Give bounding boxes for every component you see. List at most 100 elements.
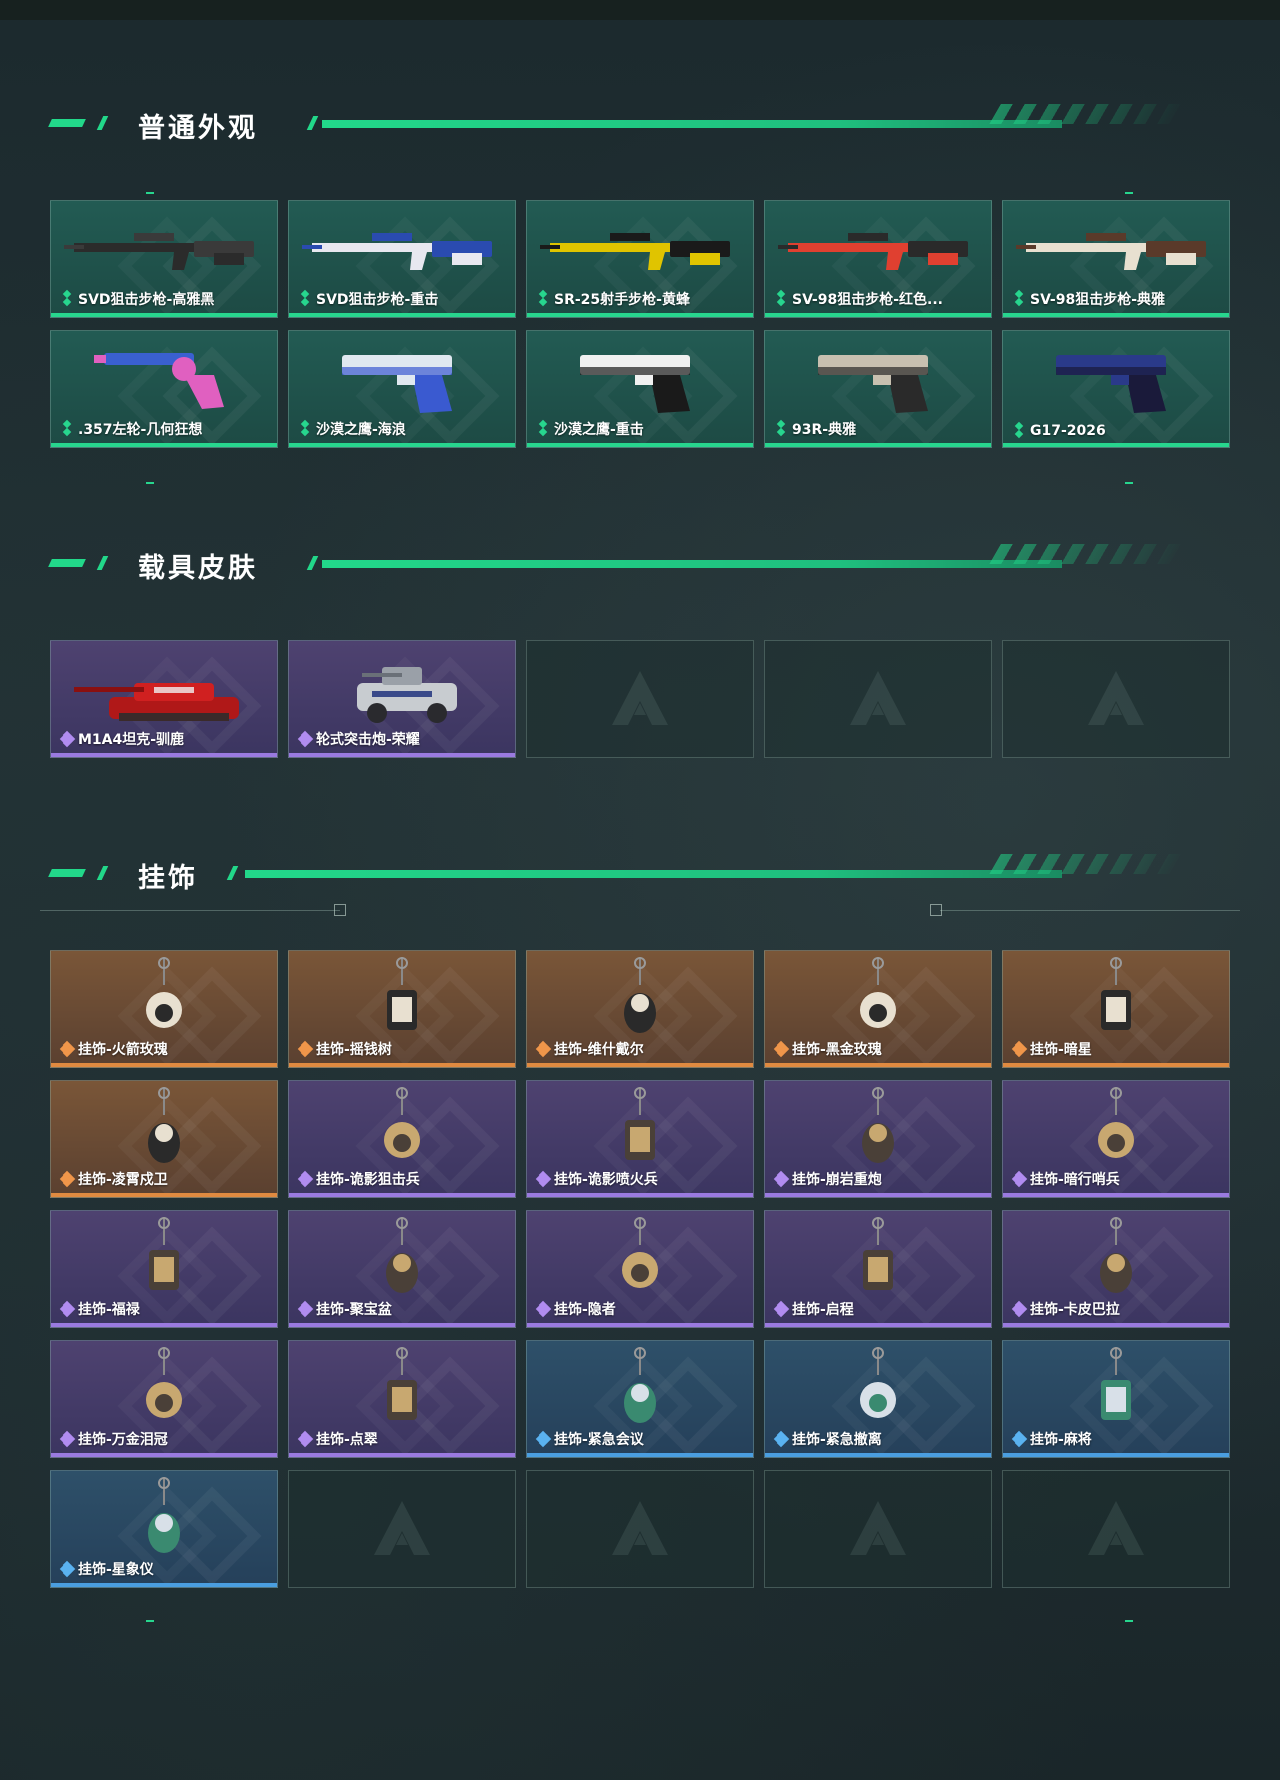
item-card[interactable]: 挂饰-暗行哨兵 xyxy=(1002,1080,1230,1198)
item-card[interactable]: 挂饰-隐者 xyxy=(526,1210,754,1328)
corner-mark xyxy=(1125,192,1133,194)
rarity-bar xyxy=(765,1063,991,1067)
rarity-bar xyxy=(289,443,515,447)
item-card[interactable]: SV-98狙击步枪-红色... xyxy=(764,200,992,318)
watermark-logo-icon xyxy=(850,1501,906,1555)
item-card[interactable]: SVD狙击步枪-高雅黑 xyxy=(50,200,278,318)
item-card[interactable]: 93R-典雅 xyxy=(764,330,992,448)
corner-mark xyxy=(1125,482,1133,484)
rarity-bar xyxy=(765,1323,991,1327)
header-long-bar xyxy=(322,560,1062,568)
section-header: 普通外观 xyxy=(48,104,1230,144)
rarity-bar xyxy=(51,443,277,447)
empty-slot xyxy=(526,1470,754,1588)
rarity-bar xyxy=(51,1453,277,1457)
item-card[interactable]: 挂饰-星象仪 xyxy=(50,1470,278,1588)
item-label-row: SVD狙击步枪-重击 xyxy=(299,289,438,309)
rarity-bar xyxy=(1003,443,1229,447)
rarity-icon xyxy=(297,1300,314,1318)
rarity-icon xyxy=(299,419,311,437)
item-card[interactable]: 挂饰-诡影喷火兵 xyxy=(526,1080,754,1198)
rarity-icon xyxy=(297,1430,314,1448)
section-header: 挂饰 xyxy=(48,854,1230,894)
rarity-icon xyxy=(1011,1170,1028,1188)
item-card[interactable]: 挂饰-卡皮巴拉 xyxy=(1002,1210,1230,1328)
item-label-row: 挂饰-启程 xyxy=(773,1299,854,1319)
item-label: 挂饰-火箭玫瑰 xyxy=(78,1042,168,1058)
rarity-bar xyxy=(289,1323,515,1327)
rarity-icon xyxy=(773,1170,790,1188)
item-label: 挂饰-隐者 xyxy=(554,1302,616,1318)
item-label: 挂饰-凌霄戍卫 xyxy=(78,1172,168,1188)
item-label-row: 挂饰-点翠 xyxy=(297,1429,378,1449)
item-card[interactable]: SVD狙击步枪-重击 xyxy=(288,200,516,318)
rarity-bar xyxy=(51,1583,277,1587)
item-label-row: .357左轮-几何狂想 xyxy=(61,419,202,439)
item-card[interactable]: 挂饰-摇钱树 xyxy=(288,950,516,1068)
item-card[interactable]: SV-98狙击步枪-典雅 xyxy=(1002,200,1230,318)
rarity-icon xyxy=(773,1300,790,1318)
item-label: 挂饰-卡皮巴拉 xyxy=(1030,1302,1120,1318)
item-label: 挂饰-黑金玫瑰 xyxy=(792,1042,882,1058)
item-label-row: 挂饰-诡影喷火兵 xyxy=(535,1169,658,1189)
header-deco-tick xyxy=(96,556,109,570)
item-card[interactable]: SR-25射手步枪-黄蜂 xyxy=(526,200,754,318)
item-card[interactable]: 挂饰-崩岩重炮 xyxy=(764,1080,992,1198)
rarity-bar xyxy=(765,443,991,447)
empty-slot xyxy=(764,640,992,758)
item-card[interactable]: 挂饰-万金泪冠 xyxy=(50,1340,278,1458)
item-card[interactable]: 挂饰-紧急会议 xyxy=(526,1340,754,1458)
header-checker xyxy=(989,104,1186,124)
item-card[interactable]: 挂饰-暗星 xyxy=(1002,950,1230,1068)
rarity-icon xyxy=(61,419,73,437)
item-card[interactable]: 沙漠之鹰-重击 xyxy=(526,330,754,448)
hud-box xyxy=(930,904,942,916)
item-card[interactable]: 挂饰-聚宝盆 xyxy=(288,1210,516,1328)
hud-line xyxy=(40,910,340,911)
rarity-bar xyxy=(289,1063,515,1067)
item-card[interactable]: 挂饰-诡影狙击兵 xyxy=(288,1080,516,1198)
rarity-icon xyxy=(297,1040,314,1058)
watermark-logo-icon xyxy=(612,1501,668,1555)
item-card[interactable]: 沙漠之鹰-海浪 xyxy=(288,330,516,448)
item-card[interactable]: 挂饰-福禄 xyxy=(50,1210,278,1328)
rarity-bar xyxy=(527,443,753,447)
corner-mark xyxy=(146,482,154,484)
rarity-bar xyxy=(1003,1193,1229,1197)
top-strip xyxy=(0,0,1280,20)
item-card[interactable]: 挂饰-凌霄戍卫 xyxy=(50,1080,278,1198)
item-label: 挂饰-星象仪 xyxy=(78,1562,154,1578)
item-label: SVD狙击步枪-高雅黑 xyxy=(78,292,215,308)
rarity-icon xyxy=(1013,289,1025,307)
item-card[interactable]: M1A4坦克-驯鹿 xyxy=(50,640,278,758)
item-card[interactable]: G17-2026 xyxy=(1002,330,1230,448)
rarity-icon xyxy=(61,289,73,307)
item-card[interactable]: 挂饰-点翠 xyxy=(288,1340,516,1458)
item-card[interactable]: 轮式突击炮-荣耀 xyxy=(288,640,516,758)
rarity-icon xyxy=(297,730,314,748)
item-card[interactable]: .357左轮-几何狂想 xyxy=(50,330,278,448)
charm-icon xyxy=(1086,955,1146,1054)
item-label-row: M1A4坦克-驯鹿 xyxy=(59,729,184,749)
rifle-icon xyxy=(64,215,264,289)
empty-slot xyxy=(1002,640,1230,758)
item-card[interactable]: 挂饰-启程 xyxy=(764,1210,992,1328)
rarity-icon xyxy=(59,1170,76,1188)
rarity-bar xyxy=(527,1323,753,1327)
rarity-bar xyxy=(289,1453,515,1457)
item-label-row: 挂饰-聚宝盆 xyxy=(297,1299,392,1319)
revolver-icon xyxy=(64,345,264,419)
item-card[interactable]: 挂饰-麻将 xyxy=(1002,1340,1230,1458)
rarity-bar xyxy=(765,313,991,317)
charm-icon xyxy=(134,1215,194,1314)
item-card[interactable]: 挂饰-火箭玫瑰 xyxy=(50,950,278,1068)
item-card[interactable]: 挂饰-黑金玫瑰 xyxy=(764,950,992,1068)
item-card[interactable]: 挂饰-维什戴尔 xyxy=(526,950,754,1068)
item-label: 挂饰-暗星 xyxy=(1030,1042,1092,1058)
rarity-bar xyxy=(289,313,515,317)
item-card[interactable]: 挂饰-紧急撤离 xyxy=(764,1340,992,1458)
empty-slot xyxy=(288,1470,516,1588)
item-label: 挂饰-诡影狙击兵 xyxy=(316,1172,420,1188)
item-label-row: 挂饰-万金泪冠 xyxy=(59,1429,168,1449)
header-deco-tick xyxy=(96,866,109,880)
